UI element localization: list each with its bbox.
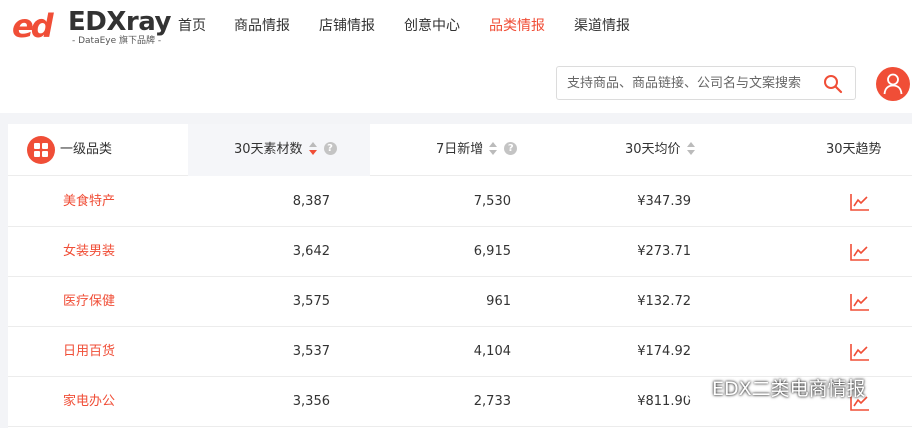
- search-icon[interactable]: [823, 74, 843, 94]
- avg-price-value: ¥132.72: [637, 294, 691, 309]
- help-icon[interactable]: ?: [504, 142, 518, 155]
- user-avatar[interactable]: [876, 67, 910, 101]
- brand-logo[interactable]: ed EDXray - DataEye 旗下品牌 -: [12, 7, 172, 47]
- category-name[interactable]: 医疗保健: [63, 277, 115, 327]
- wechat-icon: [675, 378, 705, 401]
- sort-icon[interactable]: [308, 141, 317, 156]
- materials-30d-value: 3,575: [292, 294, 330, 309]
- header-avg-price-30d: 30天均价: [625, 142, 681, 157]
- logo-mark: ed: [12, 7, 54, 45]
- header-category: 一级品类: [60, 142, 113, 157]
- main-nav: 首页 商品情报 店铺情报 创意中心 品类情报 渠道情报: [178, 14, 630, 38]
- new-7d-value: 961: [486, 294, 511, 309]
- materials-30d-value: 8,387: [292, 194, 330, 209]
- materials-30d-value: 3,356: [292, 394, 330, 409]
- new-7d-value: 4,104: [473, 344, 511, 359]
- top-bar: ed EDXray - DataEye 旗下品牌 - 首页 商品情报 店铺情报 …: [0, 0, 912, 113]
- header-materials-30d: 30天素材数: [234, 142, 303, 157]
- materials-30d-value: 3,537: [292, 344, 330, 359]
- header-avg-price-cell[interactable]: 30天均价: [625, 124, 695, 176]
- new-7d-value: 2,733: [473, 394, 511, 409]
- category-name[interactable]: 家电办公: [63, 377, 115, 427]
- search-box: [556, 66, 856, 100]
- trend-chart-icon[interactable]: [850, 343, 870, 361]
- brand-name: EDXray: [68, 7, 171, 37]
- new-7d-value: 7,530: [473, 194, 511, 209]
- sort-icon[interactable]: [686, 141, 695, 156]
- nav-item-creative-center[interactable]: 创意中心: [404, 14, 460, 38]
- avg-price-value: ¥347.39: [637, 194, 691, 209]
- watermark-text: EDX二类电商情报: [712, 378, 866, 400]
- help-icon[interactable]: ?: [323, 142, 337, 155]
- nav-item-home[interactable]: 首页: [178, 14, 206, 38]
- search-input[interactable]: [567, 73, 812, 93]
- user-icon: [883, 73, 903, 95]
- table-header: 一级品类 30天素材数? 7日新增? 30天均价 30天趋势: [8, 124, 912, 176]
- trend-chart-icon[interactable]: [850, 293, 870, 311]
- table-row: 美食特产 8,387 7,530 ¥347.39: [8, 177, 912, 227]
- nav-item-channel-intel[interactable]: 渠道情报: [574, 14, 630, 38]
- header-trend-30d: 30天趋势: [826, 142, 882, 157]
- category-name[interactable]: 女装男装: [63, 227, 115, 277]
- header-new-7d: 7日新增: [436, 142, 484, 157]
- trend-chart-icon[interactable]: [850, 193, 870, 211]
- grid-icon: [27, 136, 55, 164]
- table-row: 医疗保健 3,575 961 ¥132.72: [8, 277, 912, 327]
- header-new-7d-cell[interactable]: 7日新增?: [436, 124, 518, 176]
- avg-price-value: ¥273.71: [637, 244, 691, 259]
- nav-item-store-intel[interactable]: 店铺情报: [319, 14, 375, 38]
- trend-chart-icon[interactable]: [850, 243, 870, 261]
- brand-tagline: - DataEye 旗下品牌 -: [72, 36, 162, 46]
- materials-30d-value: 3,642: [292, 244, 330, 259]
- nav-item-product-intel[interactable]: 商品情报: [234, 14, 290, 38]
- nav-item-category-intel[interactable]: 品类情报: [489, 14, 545, 38]
- new-7d-value: 6,915: [473, 244, 511, 259]
- category-name[interactable]: 美食特产: [63, 177, 115, 227]
- header-materials-30d-cell[interactable]: 30天素材数?: [188, 124, 370, 176]
- table-row: 女装男装 3,642 6,915 ¥273.71: [8, 227, 912, 277]
- category-name[interactable]: 日用百货: [63, 327, 115, 377]
- avg-price-value: ¥174.92: [637, 344, 691, 359]
- sort-icon[interactable]: [489, 141, 498, 156]
- table-row: 日用百货 3,537 4,104 ¥174.92: [8, 327, 912, 377]
